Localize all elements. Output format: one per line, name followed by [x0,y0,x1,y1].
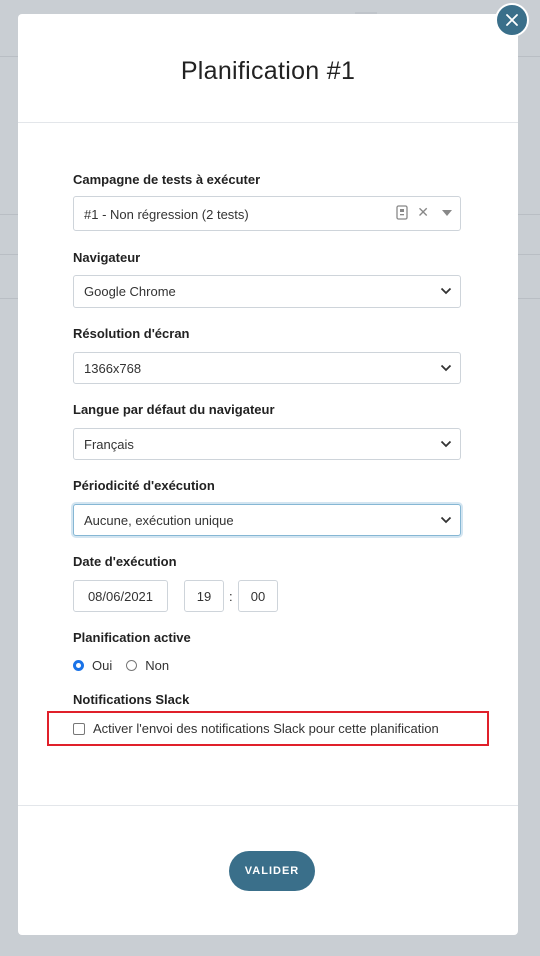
campaign-value: #1 - Non régression (2 tests) [84,207,249,222]
execution-date-label: Date d'exécution [73,554,177,569]
time-separator: : [229,589,233,604]
active-radio-group: Oui Non [73,658,169,673]
language-value: Français [84,437,134,452]
radio-non-label[interactable]: Non [145,658,169,673]
planning-modal: Planification #1 Campagne de tests à exé… [18,3,529,935]
chevron-down-icon[interactable] [442,210,452,216]
browser-select[interactable]: Google Chrome [73,275,461,308]
periodicity-select[interactable]: Aucune, exécution unique [73,504,461,536]
resolution-value: 1366x768 [84,361,142,376]
slack-label: Notifications Slack [73,692,190,707]
browser-label: Navigateur [73,250,141,265]
clipboard-icon[interactable] [396,205,408,223]
minute-input[interactable]: 00 [238,580,278,612]
language-select[interactable]: Français [73,428,461,460]
campaign-label: Campagne de tests à exécuter [73,172,261,187]
clear-icon[interactable]: ✕ [417,204,429,221]
modal-title: Planification #1 [180,56,356,85]
footer-divider [18,805,518,806]
slack-checkbox-label[interactable]: Activer l'envoi des notifications Slack … [93,721,439,736]
browser-value: Google Chrome [84,284,176,299]
campaign-select[interactable]: #1 - Non régression (2 tests) ✕ [73,196,461,231]
resolution-select[interactable]: 1366x768 [73,352,461,384]
chevron-down-icon [440,287,452,295]
language-label: Langue par défaut du navigateur [73,402,275,417]
radio-oui[interactable] [73,660,84,671]
close-button[interactable] [495,3,529,37]
slack-checkbox-row[interactable]: Activer l'envoi des notifications Slack … [73,721,439,736]
radio-non[interactable] [126,660,138,671]
hour-input[interactable]: 19 [184,580,224,612]
periodicity-label: Périodicité d'exécution [73,478,215,493]
periodicity-value: Aucune, exécution unique [84,513,234,528]
date-input[interactable]: 08/06/2021 [73,580,168,612]
chevron-down-icon [440,440,452,448]
resolution-label: Résolution d'écran [73,326,190,341]
slack-checkbox[interactable] [73,722,85,735]
active-label: Planification active [73,630,191,645]
modal-header: Planification #1 [18,14,518,123]
radio-oui-label[interactable]: Oui [92,658,112,673]
chevron-down-icon [440,516,452,524]
close-icon [506,14,518,26]
chevron-down-icon [440,364,452,372]
validate-button[interactable]: VALIDER [229,851,315,891]
